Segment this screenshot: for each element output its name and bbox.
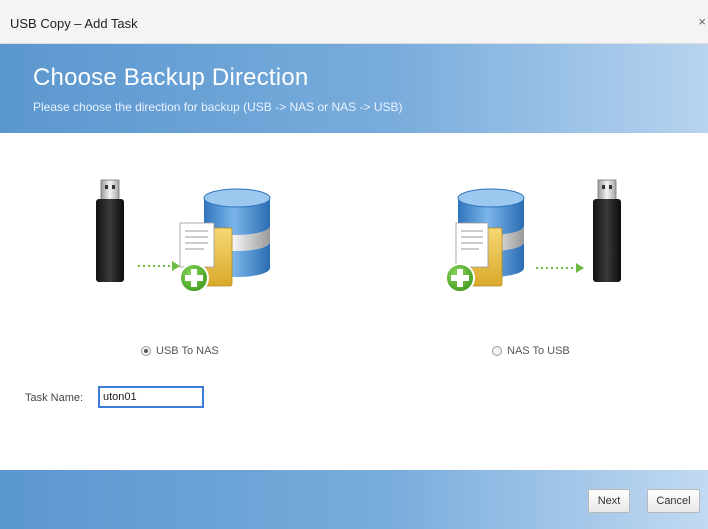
dialog-title: USB Copy – Add Task (10, 16, 138, 31)
usb-to-nas-radio[interactable] (141, 346, 151, 356)
usb-to-nas-option[interactable]: USB To NAS (141, 345, 219, 357)
dialog-titlebar[interactable]: USB Copy – Add Task × (0, 0, 708, 44)
next-button[interactable]: Next (588, 489, 630, 513)
usb-to-nas-label: USB To NAS (156, 345, 219, 357)
nas-to-usb-label: NAS To USB (507, 345, 570, 357)
step-subtitle: Please choose the direction for backup (… (33, 100, 403, 114)
close-icon[interactable]: × (698, 14, 706, 29)
nas-to-usb-illustration[interactable] (440, 168, 640, 308)
task-name-label: Task Name: (25, 392, 84, 404)
nas-to-usb-radio[interactable] (492, 346, 502, 356)
usb-to-nas-icon (96, 179, 271, 293)
task-name-input[interactable] (98, 386, 204, 408)
add-task-dialog: USB Copy – Add Task × Choose Backup Dire… (0, 0, 708, 529)
nas-to-usb-option[interactable]: NAS To USB (492, 345, 570, 357)
wizard-header: Choose Backup Direction Please choose th… (0, 44, 708, 133)
step-title: Choose Backup Direction (33, 64, 309, 91)
cancel-button[interactable]: Cancel (647, 489, 700, 513)
nas-to-usb-icon (445, 179, 621, 293)
usb-to-nas-illustration[interactable] (86, 168, 286, 308)
